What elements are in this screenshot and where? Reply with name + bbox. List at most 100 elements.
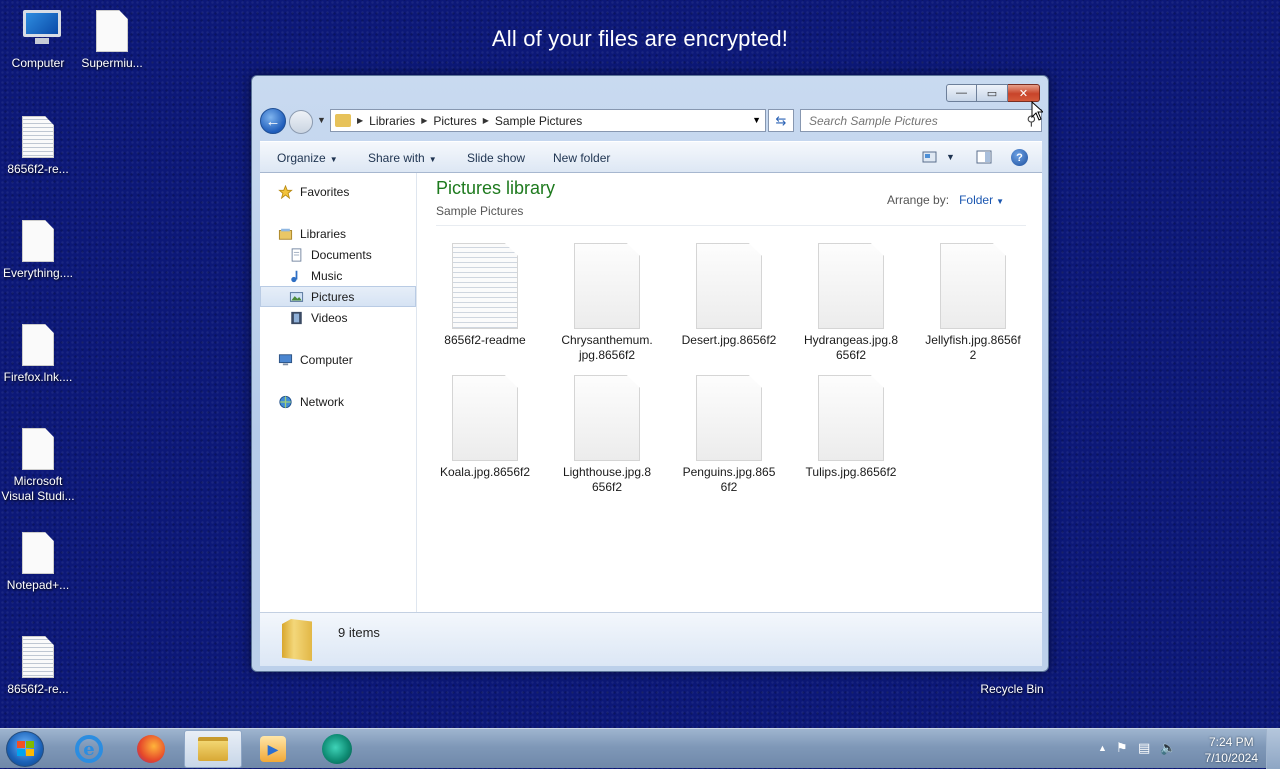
recent-pages-dropdown[interactable]: ▼ bbox=[317, 115, 326, 125]
folder-icon bbox=[282, 619, 312, 661]
nav-item-music[interactable]: Music bbox=[260, 265, 416, 286]
document-icon bbox=[21, 220, 55, 262]
share-with-button[interactable]: Share with ▼ bbox=[368, 151, 437, 165]
command-bar: Organize ▼ Share with ▼ Slide show New fol… bbox=[260, 141, 1042, 173]
breadcrumb-separator-icon: ▶ bbox=[482, 116, 489, 125]
search-box[interactable]: ⚲ bbox=[800, 109, 1042, 132]
file-list-pane: Pictures library Sample Pictures Arrange… bbox=[417, 173, 1042, 612]
chevron-down-icon: ▼ bbox=[428, 155, 437, 164]
file-name-cont: 2 bbox=[969, 348, 977, 362]
chevron-down-icon[interactable]: ▼ bbox=[996, 197, 1004, 206]
mouse-cursor-icon bbox=[1031, 101, 1043, 121]
desktop-icon-computer[interactable]: Computer bbox=[0, 10, 76, 71]
network-tray-icon[interactable]: ▤ bbox=[1138, 740, 1150, 756]
file-item[interactable]: Lighthouse.jpg.8 656f2 bbox=[557, 375, 657, 495]
document-icon bbox=[95, 10, 129, 52]
file-item[interactable]: Chrysanthemum. jpg.8656f2 bbox=[557, 243, 657, 363]
desktop-icon-supermium[interactable]: Supermiu... bbox=[74, 10, 150, 71]
show-desktop-button[interactable] bbox=[1266, 729, 1280, 769]
show-hidden-icons-icon[interactable]: ▲ bbox=[1098, 743, 1107, 753]
document-icon bbox=[21, 532, 55, 574]
nav-item-pictures[interactable]: Pictures bbox=[260, 286, 416, 307]
search-input[interactable] bbox=[807, 112, 1017, 129]
nav-item-favorites[interactable]: Favorites bbox=[260, 181, 416, 202]
organize-button[interactable]: Organize ▼ bbox=[277, 151, 338, 165]
desktop-icon-visual-studio[interactable]: Microsoft Visual Studi... bbox=[0, 428, 76, 504]
view-options-dropdown[interactable]: ▼ bbox=[946, 152, 955, 162]
document-icon bbox=[21, 324, 55, 366]
file-name: Tulips.jpg.8656f2 bbox=[805, 465, 897, 479]
desktop-icon-recycle-bin[interactable]: Recycle Bin bbox=[974, 682, 1050, 697]
arrange-by: Arrange by: Folder ▼ bbox=[887, 193, 1004, 207]
explorer-window: — ▭ ✕ ← ▼ ▶ Libraries ▶ Pictures ▶ Sampl… bbox=[251, 75, 1049, 672]
file-name-cont: 656f2 bbox=[835, 348, 867, 362]
file-item[interactable]: Tulips.jpg.8656f2 bbox=[801, 375, 901, 480]
taskbar-firefox[interactable] bbox=[122, 730, 180, 768]
address-bar[interactable]: ▶ Libraries ▶ Pictures ▶ Sample Pictures… bbox=[330, 109, 766, 132]
action-center-flag-icon[interactable]: ⚑ bbox=[1116, 740, 1128, 756]
system-tray: ▲ ⚑ ▤ 🔈 7:24 PM 7/10/2024 bbox=[1090, 729, 1280, 769]
navigation-pane: Favorites Libraries Documents Music Pict… bbox=[260, 173, 417, 612]
file-name: Desert.jpg.8656f2 bbox=[681, 333, 777, 347]
volume-muted-icon[interactable]: 🔈 bbox=[1160, 740, 1176, 756]
desktop-icon-firefox-lnk[interactable]: Firefox.lnk.... bbox=[0, 324, 76, 385]
desktop-icon-notepad[interactable]: Notepad+... bbox=[0, 532, 76, 593]
file-name: Jellyfish.jpg.8656f bbox=[925, 333, 1021, 347]
arrange-by-dropdown[interactable]: Folder bbox=[959, 193, 993, 207]
file-name-cont: jpg.8656f2 bbox=[578, 348, 636, 362]
maximize-button[interactable]: ▭ bbox=[977, 84, 1008, 102]
refresh-button[interactable]: ⇆ bbox=[768, 109, 794, 132]
nav-item-label: Music bbox=[311, 268, 343, 283]
file-item[interactable]: Koala.jpg.8656f2 bbox=[435, 375, 535, 480]
forward-button[interactable] bbox=[289, 110, 313, 134]
file-item[interactable]: Penguins.jpg.865 6f2 bbox=[679, 375, 779, 495]
file-item[interactable]: Desert.jpg.8656f2 bbox=[679, 243, 779, 348]
taskbar-windows-explorer[interactable] bbox=[184, 730, 242, 768]
clock-time: 7:24 PM bbox=[1208, 735, 1254, 749]
nav-item-computer[interactable]: Computer bbox=[260, 349, 416, 370]
windows-logo-icon bbox=[17, 741, 34, 756]
refresh-icon: ⇆ bbox=[775, 112, 787, 128]
taskbar-media-player[interactable]: ▶ bbox=[244, 730, 302, 768]
taskbar-eye-app[interactable] bbox=[308, 730, 366, 768]
text-file-icon bbox=[452, 243, 518, 329]
arrow-left-icon: ← bbox=[265, 112, 281, 130]
breadcrumb-sample-pictures[interactable]: Sample Pictures bbox=[495, 114, 582, 128]
minimize-button[interactable]: — bbox=[946, 84, 977, 102]
desktop-icon-readme-1[interactable]: 8656f2-re... bbox=[0, 116, 76, 177]
desktop-icon-readme-2[interactable]: 8656f2-re... bbox=[0, 636, 76, 697]
file-item[interactable]: 8656f2-readme bbox=[435, 243, 535, 348]
music-note-icon bbox=[291, 270, 298, 282]
network-icon bbox=[279, 395, 292, 408]
taskbar: e ▶ ▲ ⚑ ▤ 🔈 7:24 PM 7/10/2024 bbox=[0, 728, 1280, 769]
share-with-label: Share with bbox=[368, 151, 425, 165]
breadcrumb-libraries[interactable]: Libraries bbox=[369, 114, 415, 128]
breadcrumb-separator-icon: ▶ bbox=[357, 116, 364, 125]
slide-show-button[interactable]: Slide show bbox=[467, 151, 525, 165]
nav-item-label: Videos bbox=[311, 310, 348, 325]
nav-item-videos[interactable]: Videos bbox=[260, 307, 416, 328]
change-view-icon[interactable] bbox=[922, 149, 938, 165]
close-button[interactable]: ✕ bbox=[1008, 84, 1040, 102]
folder-icon bbox=[335, 114, 351, 127]
file-name: Koala.jpg.8656f2 bbox=[439, 465, 531, 479]
desktop-icon-label: Supermiu... bbox=[81, 56, 143, 70]
desktop-icon-everything[interactable]: Everything.... bbox=[0, 220, 76, 281]
chevron-down-icon[interactable]: ▼ bbox=[752, 115, 761, 125]
nav-item-network[interactable]: Network bbox=[260, 391, 416, 412]
start-button[interactable] bbox=[6, 731, 44, 767]
back-button[interactable]: ← bbox=[260, 108, 286, 134]
ransom-banner: All of your files are encrypted! bbox=[491, 26, 789, 51]
nav-item-documents[interactable]: Documents bbox=[260, 244, 416, 265]
taskbar-internet-explorer[interactable]: e bbox=[60, 730, 118, 768]
file-item[interactable]: Hydrangeas.jpg.8 656f2 bbox=[801, 243, 901, 363]
file-name: Chrysanthemum. bbox=[561, 333, 653, 347]
file-item[interactable]: Jellyfish.jpg.8656f 2 bbox=[923, 243, 1023, 363]
preview-pane-icon[interactable] bbox=[976, 149, 992, 165]
clock[interactable]: 7:24 PM 7/10/2024 bbox=[1205, 734, 1258, 766]
breadcrumb-pictures[interactable]: Pictures bbox=[433, 114, 476, 128]
new-folder-button[interactable]: New folder bbox=[553, 151, 610, 165]
help-button[interactable]: ? bbox=[1011, 149, 1028, 166]
nav-item-libraries[interactable]: Libraries bbox=[260, 223, 416, 244]
desktop-icon-label: Notepad+... bbox=[6, 578, 70, 592]
